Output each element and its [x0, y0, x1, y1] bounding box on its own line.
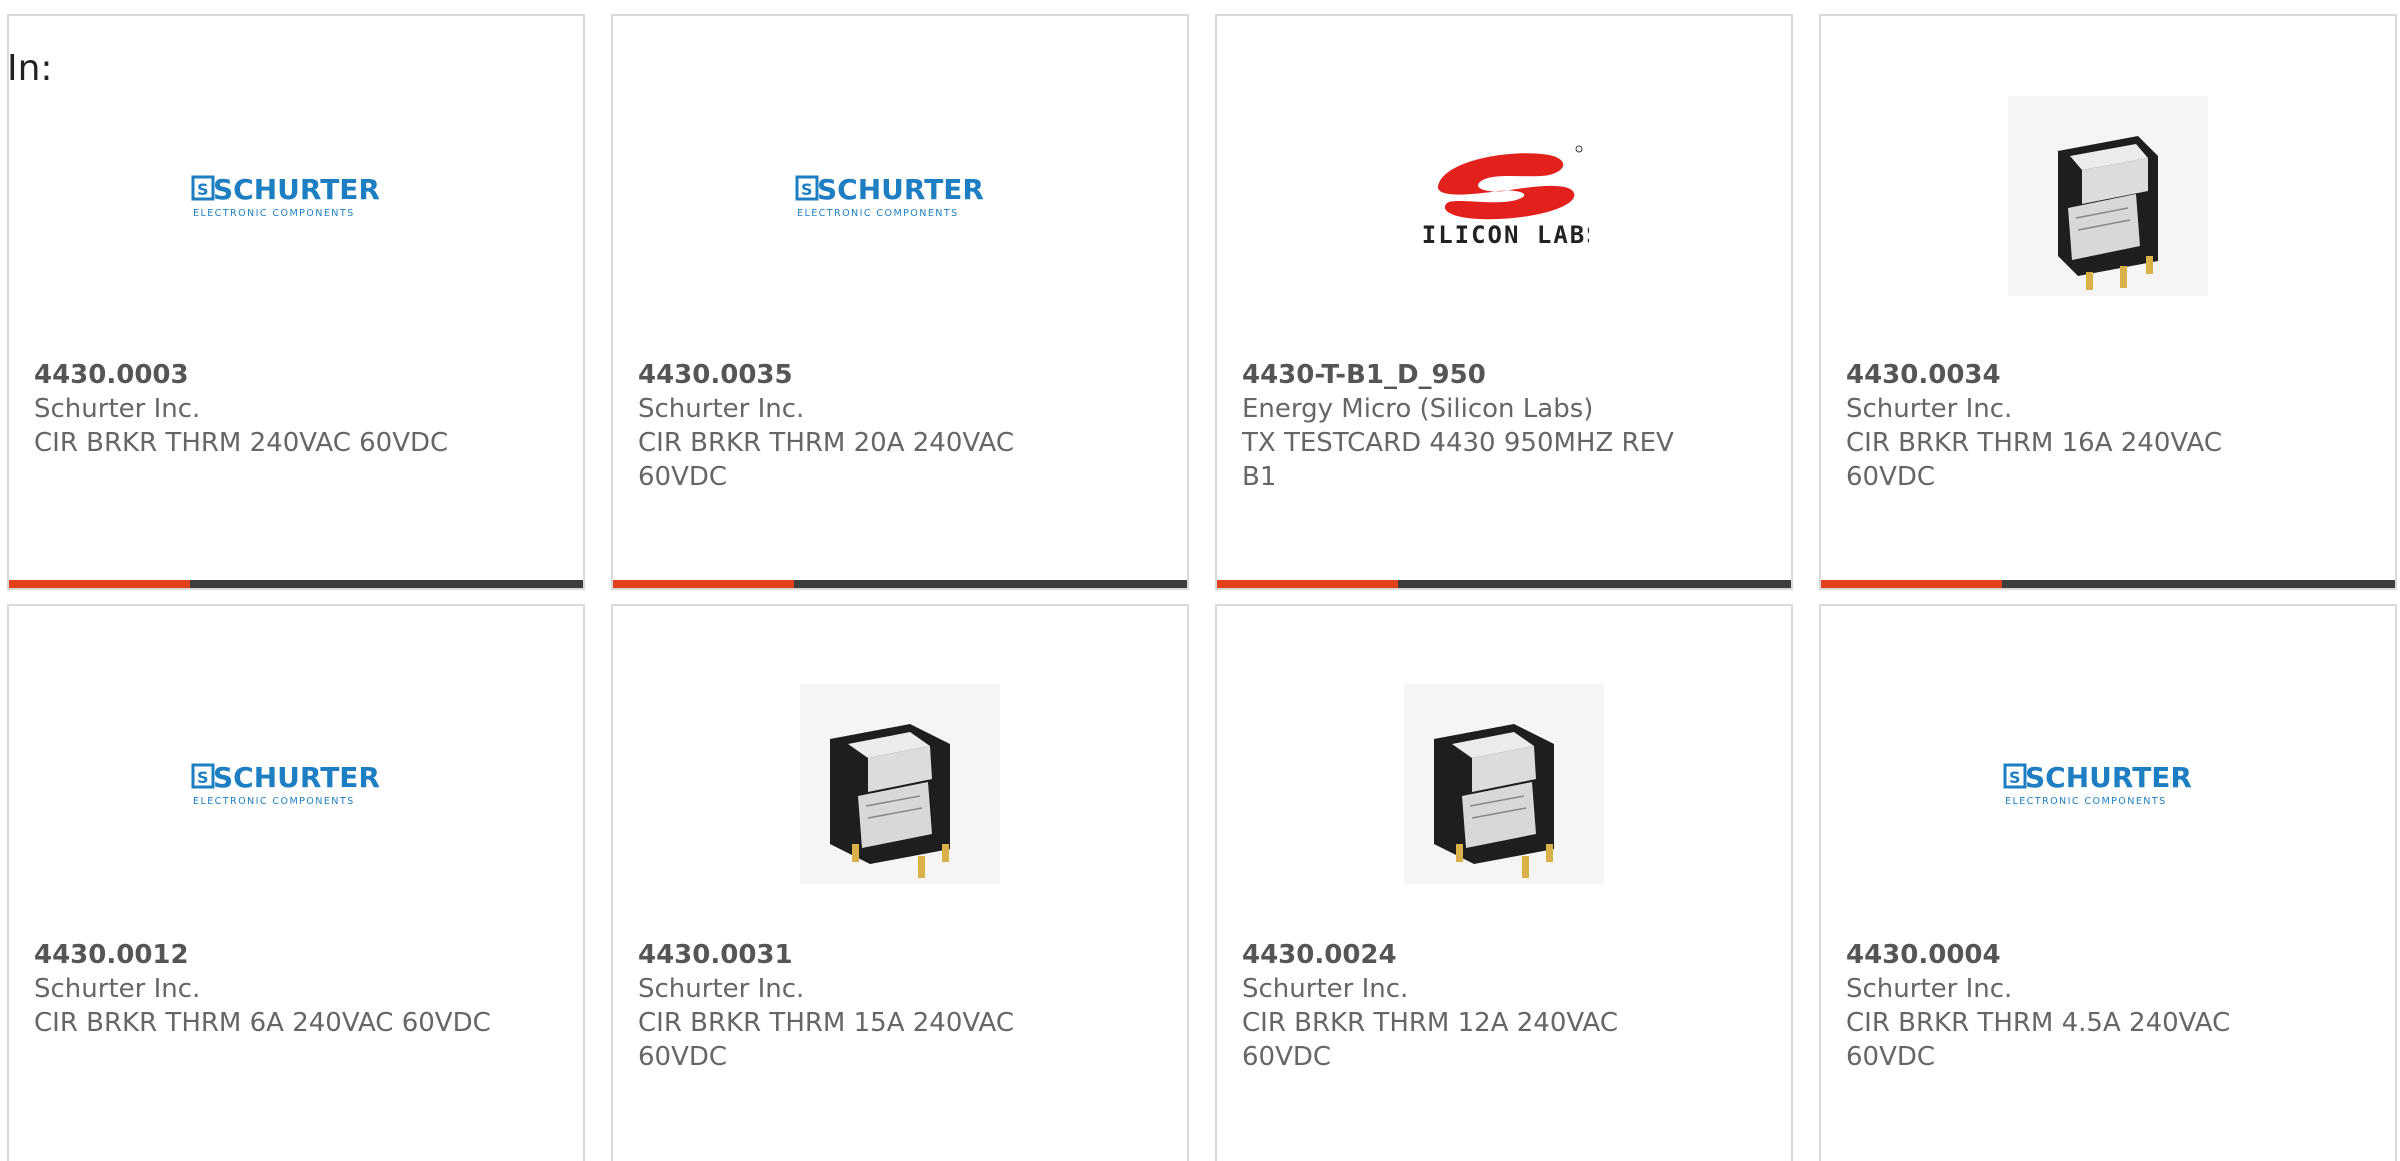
product-card[interactable]: S SCHURTER ELECTRONIC COMPONENTS 4430.00… [7, 604, 585, 1161]
product-card[interactable]: S SCHURTER ELECTRONIC COMPONENTS 4430.00… [1819, 604, 2397, 1161]
card-bottom-bar [1821, 580, 2395, 588]
description: CIR BRKR THRM 6A 240VAC 60VDC [34, 1008, 491, 1038]
product-text: 4430.0035 Schurter Inc. CIR BRKR THRM 20… [638, 358, 1162, 494]
part-number-link[interactable]: 4430.0004 [1846, 938, 2370, 972]
product-grid-page: In: S SCHURTER ELECTRONIC COMPONENTS 443… [0, 0, 2400, 1161]
schurter-logo: S SCHURTER ELECTRONIC COMPONENTS [191, 173, 380, 219]
product-card[interactable]: 4430.0024 Schurter Inc. CIR BRKR THRM 12… [1215, 604, 1793, 1161]
part-number-link[interactable]: 4430.0034 [1846, 358, 2370, 392]
description: CIR BRKR THRM 12A 240VAC 60VDC [1242, 1008, 1618, 1072]
card-accent-bar [613, 580, 794, 588]
manufacturer: Schurter Inc. [638, 394, 805, 424]
svg-text:S: S [2009, 768, 2021, 787]
manufacturer: Schurter Inc. [1846, 394, 2013, 424]
manufacturer: Schurter Inc. [34, 394, 201, 424]
schurter-logo-name: SCHURTER [213, 173, 380, 206]
product-image: S SCHURTER ELECTRONIC COMPONENTS [9, 88, 583, 304]
part-number-link[interactable]: 4430-T-B1_D_950 [1242, 358, 1766, 392]
schurter-logo: S SCHURTER ELECTRONIC COMPONENTS [2003, 761, 2192, 807]
part-number-link[interactable]: 4430.0003 [34, 358, 558, 392]
product-card[interactable]: SILICON LABS 4430-T-B1_D_950 Energy Micr… [1215, 14, 1793, 590]
card-bottom-bar [1217, 580, 1791, 588]
product-image: S SCHURTER ELECTRONIC COMPONENTS [1821, 676, 2395, 892]
card-bottom-bar [9, 580, 583, 588]
card-accent-bar [9, 580, 190, 588]
silicon-labs-swoosh [1437, 153, 1575, 220]
schurter-logo-tagline: ELECTRONIC COMPONENTS [193, 208, 355, 219]
card-accent-bar [1821, 580, 2002, 588]
part-number-link[interactable]: 4430.0012 [34, 938, 558, 972]
manufacturer: Energy Micro (Silicon Labs) [1242, 394, 1594, 424]
product-text: 4430.0031 Schurter Inc. CIR BRKR THRM 15… [638, 938, 1162, 1074]
svg-text:S: S [197, 768, 209, 787]
description: TX TESTCARD 4430 950MHZ REV B1 [1242, 428, 1674, 492]
product-text: 4430.0012 Schurter Inc. CIR BRKR THRM 6A… [34, 938, 558, 1040]
silicon-labs-logo: SILICON LABS [1419, 145, 1589, 249]
manufacturer: Schurter Inc. [34, 974, 201, 1004]
product-image [1821, 88, 2395, 304]
product-card[interactable]: 4430.0034 Schurter Inc. CIR BRKR THRM 16… [1819, 14, 2397, 590]
schurter-logo: S SCHURTER ELECTRONIC COMPONENTS [795, 173, 984, 219]
product-text: 4430.0003 Schurter Inc. CIR BRKR THRM 24… [34, 358, 558, 460]
product-image [613, 676, 1187, 892]
product-text: 4430.0034 Schurter Inc. CIR BRKR THRM 16… [1846, 358, 2370, 494]
product-text: 4430.0024 Schurter Inc. CIR BRKR THRM 12… [1242, 938, 1766, 1074]
rocker-switch-photo [1404, 684, 1604, 884]
description: CIR BRKR THRM 20A 240VAC 60VDC [638, 428, 1014, 492]
rocker-switch-photo [2008, 96, 2208, 296]
product-card[interactable]: S SCHURTER ELECTRONIC COMPONENTS 4430.00… [611, 14, 1189, 590]
product-image: SILICON LABS [1217, 88, 1791, 304]
description: CIR BRKR THRM 4.5A 240VAC 60VDC [1846, 1008, 2231, 1072]
schurter-logo-name: SCHURTER [817, 173, 984, 206]
schurter-logo-name: SCHURTER [213, 761, 380, 794]
product-card[interactable]: S SCHURTER ELECTRONIC COMPONENTS 4430.00… [7, 14, 585, 590]
card-bottom-bar [613, 580, 1187, 588]
manufacturer: Schurter Inc. [638, 974, 805, 1004]
product-image [1217, 676, 1791, 892]
rocker-switch-photo [800, 684, 1000, 884]
description: CIR BRKR THRM 15A 240VAC 60VDC [638, 1008, 1014, 1072]
card-accent-bar [1217, 580, 1398, 588]
manufacturer: Schurter Inc. [1846, 974, 2013, 1004]
description: CIR BRKR THRM 16A 240VAC 60VDC [1846, 428, 2222, 492]
schurter-logo-tagline: ELECTRONIC COMPONENTS [797, 208, 959, 219]
svg-text:S: S [801, 180, 813, 199]
silicon-labs-logo-name: SILICON LABS [1419, 221, 1589, 249]
schurter-logo-tagline: ELECTRONIC COMPONENTS [193, 796, 355, 807]
schurter-logo-tagline: ELECTRONIC COMPONENTS [2005, 796, 2167, 807]
product-text: 4430.0004 Schurter Inc. CIR BRKR THRM 4.… [1846, 938, 2370, 1074]
description: CIR BRKR THRM 240VAC 60VDC [34, 428, 449, 458]
svg-text:S: S [197, 180, 209, 199]
manufacturer: Schurter Inc. [1242, 974, 1409, 1004]
product-image: S SCHURTER ELECTRONIC COMPONENTS [613, 88, 1187, 304]
product-text: 4430-T-B1_D_950 Energy Micro (Silicon La… [1242, 358, 1766, 494]
part-number-link[interactable]: 4430.0031 [638, 938, 1162, 972]
part-number-link[interactable]: 4430.0024 [1242, 938, 1766, 972]
part-number-link[interactable]: 4430.0035 [638, 358, 1162, 392]
product-image: S SCHURTER ELECTRONIC COMPONENTS [9, 676, 583, 892]
product-card[interactable]: 4430.0031 Schurter Inc. CIR BRKR THRM 15… [611, 604, 1189, 1161]
schurter-logo-name: SCHURTER [2025, 761, 2192, 794]
filter-in-label: In: [7, 48, 53, 89]
schurter-logo: S SCHURTER ELECTRONIC COMPONENTS [191, 761, 380, 807]
